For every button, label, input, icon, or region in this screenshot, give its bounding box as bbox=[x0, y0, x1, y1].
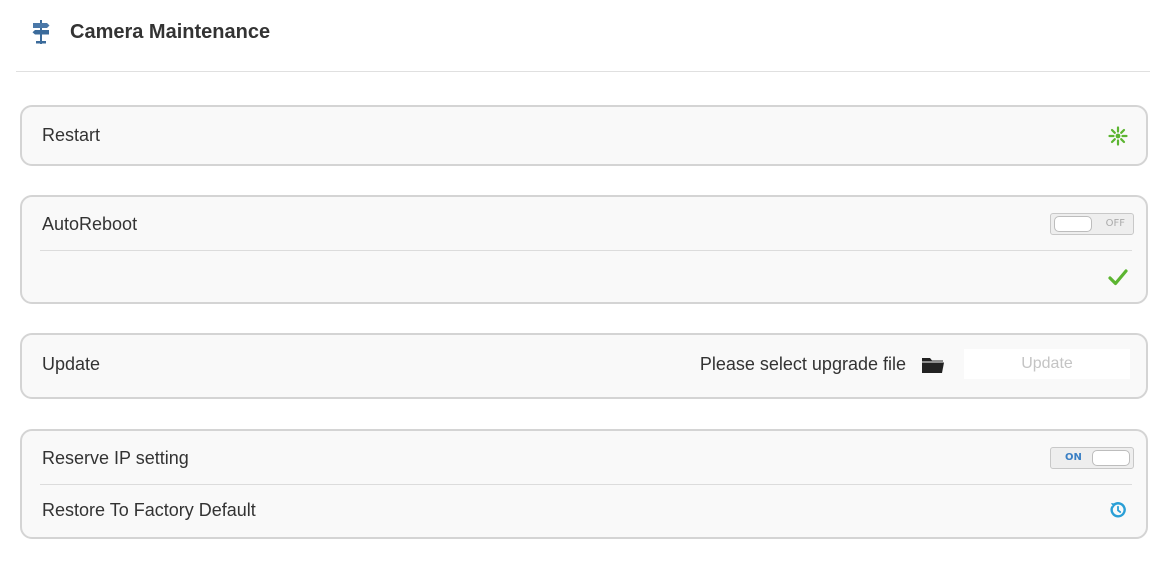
factory-default-label: Restore To Factory Default bbox=[42, 499, 256, 520]
update-label: Update bbox=[42, 353, 101, 374]
reserve-ip-row: Reserve IP setting ON bbox=[22, 431, 1146, 485]
update-panel: Update Please select upgrade file Update bbox=[20, 333, 1148, 399]
update-row: Update Please select upgrade file Update bbox=[22, 335, 1146, 393]
folder-icon[interactable] bbox=[920, 353, 946, 375]
autoreboot-row: AutoReboot OFF bbox=[22, 197, 1146, 251]
update-button[interactable]: Update bbox=[964, 349, 1130, 379]
autoreboot-panel: AutoReboot OFF bbox=[20, 195, 1148, 304]
page-title: Camera Maintenance bbox=[70, 20, 271, 43]
autoreboot-toggle[interactable]: OFF bbox=[1050, 213, 1134, 235]
restart-icon[interactable] bbox=[1106, 124, 1130, 148]
reserve-ip-toggle[interactable]: ON bbox=[1050, 447, 1134, 469]
check-icon[interactable] bbox=[1106, 265, 1130, 289]
toggle-state-text: OFF bbox=[1105, 218, 1125, 229]
header-divider bbox=[16, 71, 1150, 72]
page-header: Camera Maintenance bbox=[30, 14, 270, 50]
signpost-icon bbox=[30, 19, 52, 45]
factory-default-row: Restore To Factory Default bbox=[22, 485, 1146, 535]
restart-panel: Restart bbox=[20, 105, 1148, 166]
toggle-knob bbox=[1092, 450, 1130, 466]
update-controls: Please select upgrade file Update bbox=[700, 349, 1130, 379]
restart-label: Restart bbox=[42, 125, 101, 145]
toggle-state-text: ON bbox=[1065, 452, 1082, 463]
restore-icon[interactable] bbox=[1106, 498, 1130, 522]
toggle-knob bbox=[1054, 216, 1092, 232]
factory-panel: Reserve IP setting ON Restore To Factory… bbox=[20, 429, 1148, 539]
reserve-ip-label: Reserve IP setting bbox=[42, 447, 189, 468]
autoreboot-confirm-row bbox=[22, 251, 1146, 302]
autoreboot-label: AutoReboot bbox=[42, 213, 138, 234]
upgrade-file-prompt: Please select upgrade file bbox=[699, 353, 906, 374]
restart-row: Restart bbox=[22, 107, 1146, 164]
